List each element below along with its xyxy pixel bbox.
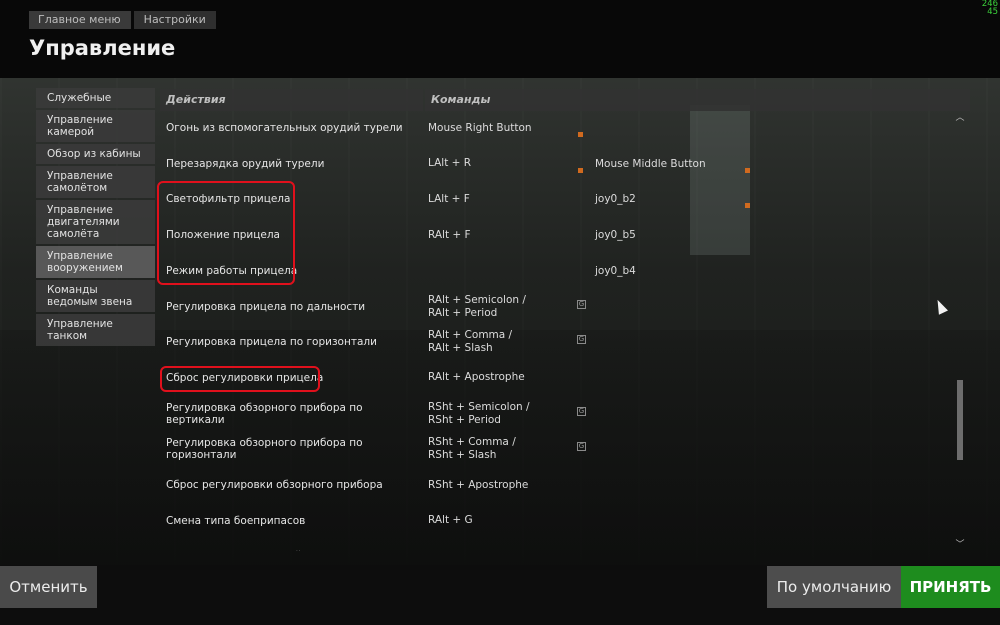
table-row[interactable]: Перезарядка орудий турели LAlt + R Mouse M… xyxy=(160,146,955,182)
sidebar-item-aircraft-control[interactable]: Управление самолётом xyxy=(36,166,155,198)
breadcrumb: Главное меню Настройки xyxy=(29,11,219,29)
action-name: Регулировка обзорного прибора по горизон… xyxy=(166,437,363,462)
secondary-binding[interactable]: joy0_b2 xyxy=(595,181,745,217)
action-name: Команда стрелкам - действовать по своему xyxy=(166,538,424,551)
axis-settings-icon[interactable]: G xyxy=(577,299,586,309)
primary-binding[interactable]: RAlt + 1 xyxy=(428,538,568,551)
scroll-thumb[interactable] xyxy=(957,380,963,460)
action-name: Смена типа боеприпасов xyxy=(166,514,306,527)
secondary-binding[interactable] xyxy=(595,110,745,146)
table-scrollbar[interactable]: ︿ ﹀ xyxy=(955,113,965,550)
action-name: Сброс регулировки обзорного прибора xyxy=(166,479,383,491)
secondary-binding[interactable] xyxy=(595,360,745,396)
secondary-binding[interactable] xyxy=(595,289,745,325)
table-row[interactable]: Смена типа боеприпасов RAlt + G xyxy=(160,503,955,539)
sidebar-item-weapons-control[interactable]: Управление вооружением xyxy=(36,246,155,278)
action-name: Регулировка обзорного прибора по вертика… xyxy=(166,401,363,426)
accept-button[interactable]: ПРИНЯТЬ xyxy=(901,566,1000,608)
secondary-binding[interactable] xyxy=(595,503,745,539)
highlight-box-sight-controls xyxy=(157,181,295,285)
primary-binding[interactable]: RAlt + Apostrophe xyxy=(428,360,568,396)
scroll-down-icon[interactable]: ﹀ xyxy=(955,540,965,550)
primary-binding[interactable]: LAlt + R xyxy=(428,146,568,182)
table-row[interactable]: Огонь из вспомогательных орудий турели Mo… xyxy=(160,110,955,146)
primary-binding[interactable] xyxy=(428,253,568,289)
sidebar-item-engine-control[interactable]: Управление двигателями самолёта xyxy=(36,200,155,244)
primary-binding[interactable]: RAlt + Comma / RAlt + Slash xyxy=(428,324,568,360)
default-button[interactable]: По умолчанию xyxy=(767,566,901,608)
table-row[interactable]: Регулировка обзорного прибора по вертика… xyxy=(160,396,955,432)
secondary-binding[interactable] xyxy=(595,431,745,467)
binding-indicator-icon xyxy=(745,167,750,173)
table-row[interactable]: Регулировка обзорного прибора по горизон… xyxy=(160,431,955,467)
primary-binding[interactable]: RAlt + Semicolon / RAlt + Period xyxy=(428,289,568,325)
secondary-binding[interactable]: joy0_b4 xyxy=(595,253,745,289)
sidebar-item-wingman-commands[interactable]: Команды ведомым звена xyxy=(36,280,155,312)
primary-binding[interactable]: RSht + Semicolon / RSht + Period xyxy=(428,396,568,432)
table-row[interactable]: Регулировка прицела по дальности RAlt + S… xyxy=(160,289,955,325)
secondary-binding[interactable]: joy0_b5 xyxy=(595,217,745,253)
highlight-box-sight-reset xyxy=(160,366,320,392)
binding-indicator-icon xyxy=(578,132,583,137)
binding-indicator-icon xyxy=(745,203,750,209)
secondary-binding[interactable]: Mouse Middle Button xyxy=(595,146,745,182)
primary-binding[interactable]: RAlt + G xyxy=(428,503,568,539)
primary-binding[interactable]: RAlt + F xyxy=(428,217,568,253)
table-header: Действия Команды xyxy=(160,89,970,111)
cancel-button[interactable]: Отменить xyxy=(0,566,97,608)
bindings-table: Действия Команды Огонь из вспомогательны… xyxy=(160,89,970,551)
binding-indicator-icon xyxy=(578,167,583,173)
table-row[interactable]: Сброс регулировки обзорного прибора RSht … xyxy=(160,467,955,503)
action-name: Перезарядка орудий турели xyxy=(166,157,325,170)
secondary-binding[interactable] xyxy=(595,324,745,360)
secondary-binding[interactable] xyxy=(595,467,745,503)
fps-counter: 246 45 xyxy=(982,0,998,17)
action-name: Регулировка прицела по дальности xyxy=(166,300,366,313)
axis-settings-icon[interactable]: G xyxy=(577,442,586,452)
action-name: Огонь из вспомогательных орудий турели xyxy=(166,122,403,134)
primary-binding[interactable]: RSht + Comma / RSht + Slash xyxy=(428,431,568,467)
column-header-actions: Действия xyxy=(160,89,423,111)
primary-binding[interactable]: Mouse Right Button xyxy=(428,110,568,146)
axis-settings-icon[interactable]: G xyxy=(577,335,586,345)
fps-line-2: 45 xyxy=(987,7,998,17)
sidebar-item-camera[interactable]: Управление камерой xyxy=(36,110,155,142)
axis-settings-icon[interactable]: G xyxy=(577,406,586,416)
sidebar-item-tank-control[interactable]: Управление танком xyxy=(36,314,155,346)
sidebar-item-service[interactable]: Служебные xyxy=(36,88,155,108)
sidebar-item-cockpit-view[interactable]: Обзор из кабины xyxy=(36,144,155,164)
page-title: Управление xyxy=(29,36,176,60)
scroll-up-icon[interactable]: ︿ xyxy=(955,113,965,123)
primary-binding[interactable]: RSht + Apostrophe xyxy=(428,467,568,503)
secondary-binding[interactable] xyxy=(595,396,745,432)
breadcrumb-main-menu[interactable]: Главное меню xyxy=(29,11,131,29)
category-sidebar: Служебные Управление камерой Обзор из ка… xyxy=(36,88,155,348)
secondary-binding[interactable] xyxy=(595,538,745,551)
breadcrumb-settings[interactable]: Настройки xyxy=(133,11,216,29)
table-row[interactable]: Регулировка прицела по горизонтали RAlt +… xyxy=(160,324,955,360)
action-name: Регулировка прицела по горизонтали xyxy=(166,336,377,349)
column-header-commands: Команды xyxy=(425,89,970,111)
primary-binding[interactable]: LAlt + F xyxy=(428,181,568,217)
table-row[interactable]: Команда стрелкам - действовать по своему… xyxy=(160,538,955,551)
